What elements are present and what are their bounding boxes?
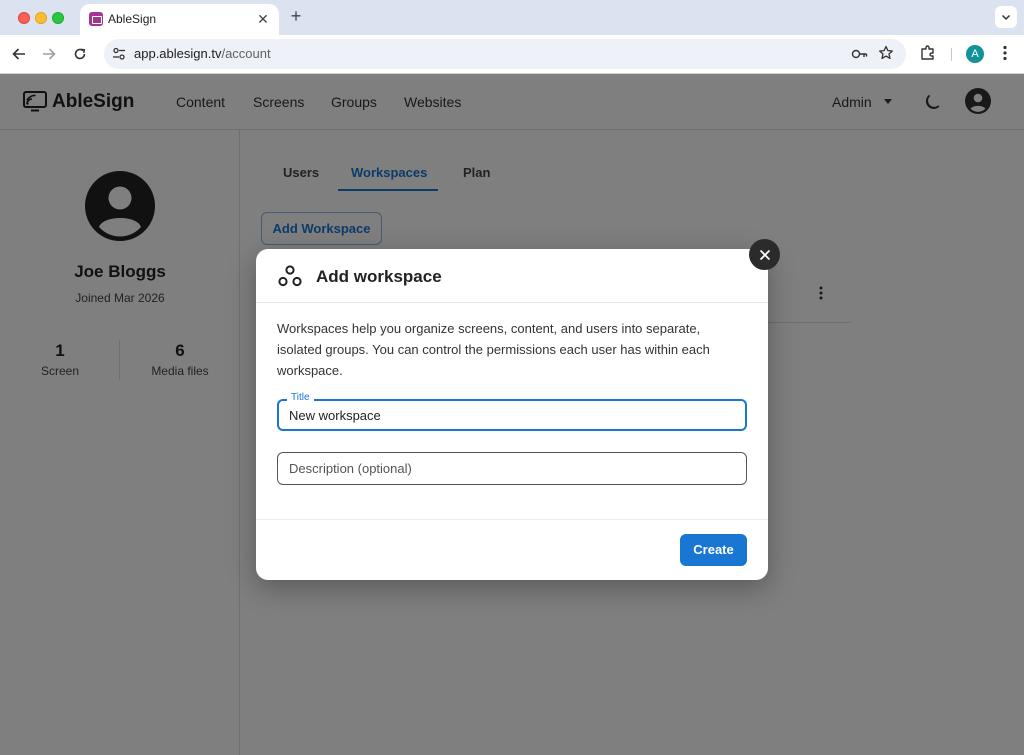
forward-button[interactable] — [39, 44, 59, 64]
browser-tabstrip: AbleSign ✕ + — [0, 0, 1024, 35]
dialog-footer-divider — [256, 519, 768, 520]
browser-toolbar: app.ablesign.tv/account A — [0, 35, 1024, 74]
dialog-description: Workspaces help you organize screens, co… — [277, 321, 710, 378]
workspaces-icon — [278, 265, 302, 287]
window-close-button[interactable] — [18, 12, 30, 24]
add-workspace-dialog: Add workspace Workspaces help you organi… — [256, 249, 768, 580]
description-placeholder: Description (optional) — [289, 461, 412, 476]
workspace-title-field[interactable]: Title New workspace — [277, 392, 747, 431]
dialog-close-button[interactable] — [749, 239, 780, 270]
close-icon — [759, 249, 770, 260]
site-settings-icon[interactable] — [112, 46, 126, 62]
browser-tab-title: AbleSign — [108, 12, 157, 26]
browser-profile-avatar[interactable]: A — [966, 45, 984, 63]
url-host: app.ablesign.tv — [134, 46, 222, 61]
workspace-description-field[interactable]: Description (optional) — [277, 452, 747, 485]
title-field-label: Title — [287, 392, 314, 403]
dialog-title: Add workspace — [316, 267, 442, 286]
address-url: app.ablesign.tv/account — [134, 46, 271, 61]
arrow-right-icon — [43, 48, 56, 60]
extensions-puzzle-icon[interactable] — [919, 44, 937, 62]
window-minimize-button[interactable] — [35, 12, 47, 24]
new-tab-button[interactable]: + — [286, 6, 306, 27]
tab-close-icon[interactable]: ✕ — [255, 10, 271, 28]
bookmark-star-icon[interactable] — [878, 45, 894, 61]
reload-icon — [74, 48, 86, 60]
address-bar[interactable]: app.ablesign.tv/account — [104, 39, 906, 69]
dialog-header-divider — [256, 302, 768, 303]
chevron-down-icon — [1001, 14, 1011, 21]
tab-search-button[interactable] — [995, 6, 1017, 28]
browser-tab-ablesign[interactable]: AbleSign ✕ — [80, 4, 279, 35]
create-button[interactable]: Create — [680, 534, 747, 566]
reload-button[interactable] — [70, 44, 90, 64]
browser-menu-icon[interactable] — [996, 44, 1014, 62]
toolbar-separator — [951, 48, 952, 61]
ablesign-favicon-icon — [89, 12, 103, 26]
title-field-value: New workspace — [289, 408, 381, 423]
key-icon[interactable] — [851, 46, 868, 62]
arrow-left-icon — [12, 48, 25, 60]
url-path: /account — [221, 46, 271, 61]
window-maximize-button[interactable] — [52, 12, 64, 24]
back-button[interactable] — [9, 44, 29, 64]
